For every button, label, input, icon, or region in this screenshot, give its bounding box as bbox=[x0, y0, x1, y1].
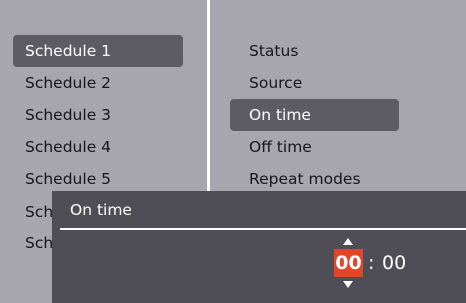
schedule-item-3[interactable]: Schedule 3 bbox=[13, 99, 183, 131]
schedule-settings-screen: Schedule 1 Schedule 2 Schedule 3 Schedul… bbox=[0, 0, 466, 303]
dialog-title: On time bbox=[70, 201, 132, 219]
time-separator: : bbox=[368, 252, 375, 274]
option-source[interactable]: Source bbox=[230, 67, 399, 99]
dialog-divider bbox=[60, 228, 466, 230]
time-picker: 00 : 00 bbox=[334, 237, 444, 293]
option-off-time[interactable]: Off time bbox=[230, 131, 399, 163]
schedule-options-panel: Status Source On time Off time Repeat mo… bbox=[210, 0, 466, 191]
option-on-time[interactable]: On time bbox=[230, 99, 399, 131]
minute-field[interactable]: 00 bbox=[382, 249, 406, 277]
hour-field[interactable]: 00 bbox=[334, 249, 363, 277]
option-status[interactable]: Status bbox=[230, 35, 399, 67]
hour-decrement-arrow-icon[interactable] bbox=[343, 281, 353, 288]
on-time-dialog: On time 00 : 00 bbox=[52, 191, 466, 303]
hour-increment-arrow-icon[interactable] bbox=[343, 238, 353, 245]
schedule-item-1[interactable]: Schedule 1 bbox=[13, 35, 183, 67]
schedule-item-2[interactable]: Schedule 2 bbox=[13, 67, 183, 99]
schedule-item-4[interactable]: Schedule 4 bbox=[13, 131, 183, 163]
